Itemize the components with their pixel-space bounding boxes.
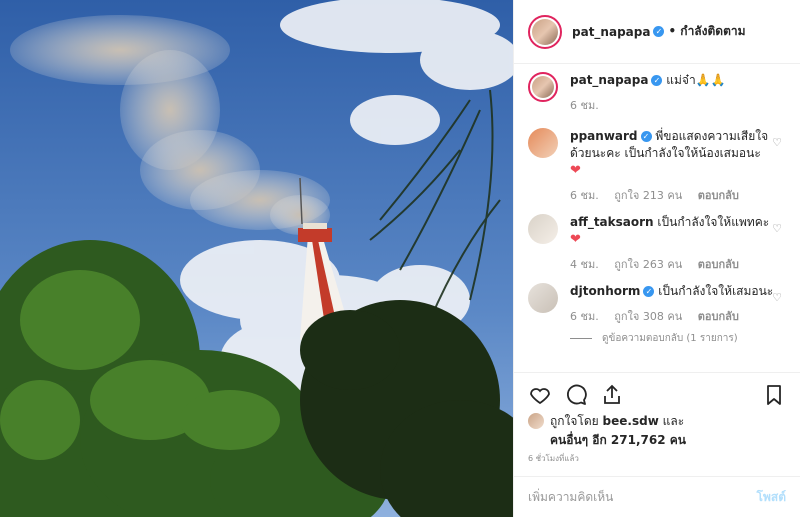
likes-summary: ถูกใจโดย bee.sdw และ คนอื่นๆ อีก 271,762… [528,412,786,450]
post-time[interactable]: 6 ชั่วโมงที่แล้ว [528,452,579,465]
post-comment-button[interactable]: โพสต์ [757,488,786,507]
add-comment-input[interactable]: เพิ่มความคิดเห็น [528,488,613,507]
comment-time[interactable]: 6 ชม. [570,189,599,202]
commenter-avatar[interactable] [528,214,558,244]
post-photo[interactable] [0,0,513,517]
temple-photo-image [0,0,513,517]
caption-row: pat_napapa ✓ แม่จ๋า🙏🙏 6 ชม. [514,72,800,114]
like-comment-heart-icon[interactable]: ♡ [772,136,782,149]
liker-avatar[interactable] [528,413,544,429]
like-comment-heart-icon[interactable]: ♡ [772,291,782,304]
comment-text: เป็นกำลังใจให้เสมอนะ [658,284,774,298]
share-icon[interactable] [600,383,624,407]
comment-username[interactable]: ppanward [570,129,638,143]
commenter-avatar[interactable] [528,128,558,158]
verified-badge-icon: ✓ [653,26,665,37]
verified-badge-icon: ✓ [640,131,652,142]
add-comment-bar: เพิ่มความคิดเห็น โพสต์ [514,476,800,517]
commenter-avatar[interactable] [528,283,558,313]
comments-list[interactable]: pat_napapa ✓ แม่จ๋า🙏🙏 6 ชม. ppanward ✓ พี่… [514,72,800,372]
comment-row: aff_taksaorn เป็นกำลังใจให้แพทคะ ❤ 4 ชม.… [514,214,800,273]
comment-text: เป็นกำลังใจให้แพทคะ [657,215,770,229]
and-label: และ [662,414,685,428]
reply-button[interactable]: ตอบกลับ [698,189,739,202]
comment-icon[interactable] [564,383,588,407]
comment-row: ppanward ✓ พี่ขอแสดงความเสียใจด้วยนะคะ เป… [514,128,800,204]
comment-likes[interactable]: ถูกใจ 263 คน [614,258,682,271]
caption-time[interactable]: 6 ชม. [570,99,599,112]
like-comment-heart-icon[interactable]: ♡ [772,222,782,235]
reply-button[interactable]: ตอบกลับ [698,310,739,323]
post-side-panel: pat_napapa ✓ • กำลังติดตาม pat_napapa ✓ แ… [513,0,800,517]
heart-emoji: ❤ [570,163,581,178]
heart-icon[interactable] [528,383,552,407]
view-replies-link[interactable]: ดูข้อความตอบกลับ (1 รายการ) [570,331,800,346]
post-header: pat_napapa ✓ • กำลังติดตาม [514,0,800,64]
comment-time[interactable]: 6 ชม. [570,310,599,323]
author-username[interactable]: pat_napapa [572,25,650,39]
author-avatar[interactable] [528,14,562,49]
caption-text: แม่จ๋า🙏🙏 [666,73,726,87]
comment-username[interactable]: djtonhorm [570,284,640,298]
comment-time[interactable]: 4 ชม. [570,258,599,271]
others-likes-count[interactable]: คนอื่นๆ อีก 271,762 คน [550,433,686,447]
verified-badge-icon: ✓ [643,286,655,297]
liked-by-label: ถูกใจโดย [550,414,599,428]
follow-status[interactable]: • กำลังติดตาม [668,22,745,41]
comment-likes[interactable]: ถูกใจ 213 คน [614,189,682,202]
author-avatar[interactable] [528,72,558,102]
heart-emoji: ❤ [570,232,581,247]
reply-button[interactable]: ตอบกลับ [698,258,739,271]
verified-badge-icon: ✓ [651,75,663,86]
caption-username[interactable]: pat_napapa [570,73,648,87]
comment-username[interactable]: aff_taksaorn [570,215,654,229]
action-bar [514,372,800,416]
comment-likes[interactable]: ถูกใจ 308 คน [614,310,682,323]
comment-row: djtonhorm ✓ เป็นกำลังใจให้เสมอนะ 6 ชม. ถู… [514,283,800,325]
bookmark-icon[interactable] [762,383,786,407]
liked-by-user[interactable]: bee.sdw [603,414,659,428]
